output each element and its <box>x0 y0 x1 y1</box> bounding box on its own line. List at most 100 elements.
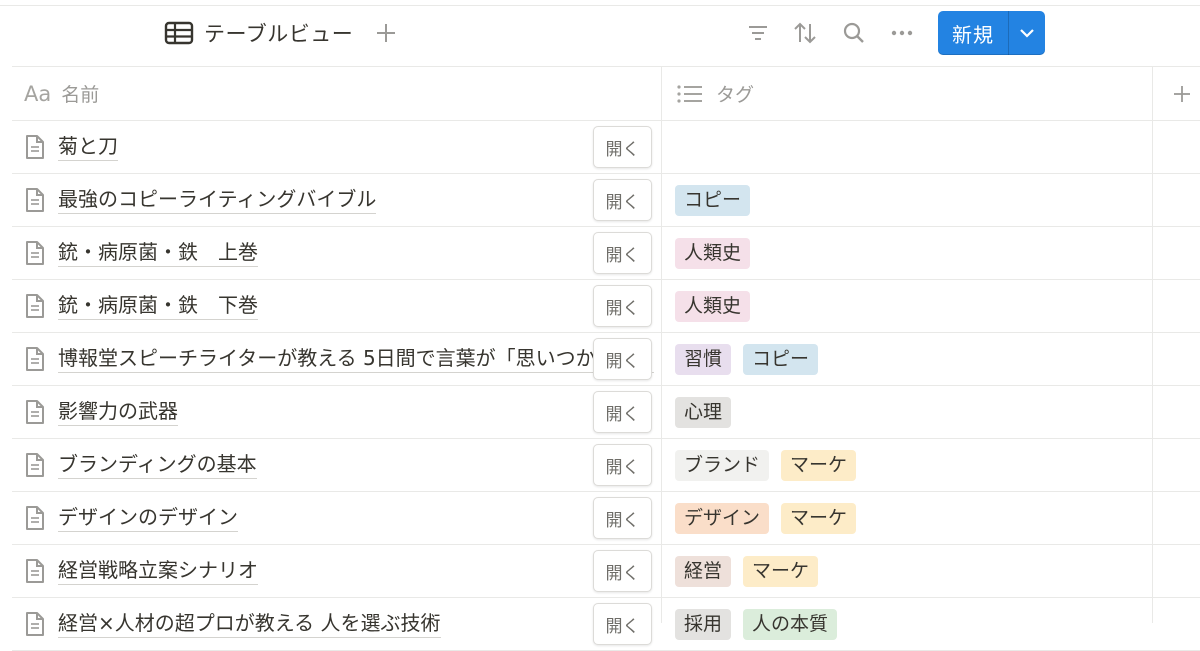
tag-badge: 人類史 <box>675 290 751 322</box>
page-icon <box>24 399 46 425</box>
table-body: 菊と刀 開く 最強のコピーライティングバイブル 開く コピー 銃・病原菌・鉄 上巻 開く 人類… <box>12 121 1200 651</box>
open-button[interactable]: 開く <box>593 338 652 380</box>
row-title[interactable]: 銃・病原菌・鉄 上巻 <box>58 239 258 267</box>
more-button[interactable] <box>886 17 918 49</box>
table-row[interactable]: 銃・病原菌・鉄 上巻 開く 人類史 <box>12 227 1200 280</box>
tag-badge: 習慣 <box>675 343 732 375</box>
tag-cell[interactable]: 心理 <box>675 386 732 438</box>
search-button[interactable] <box>838 17 870 49</box>
page-icon <box>24 187 46 213</box>
text-type-icon: Aa <box>24 81 52 106</box>
tag-cell[interactable]: コピー <box>675 174 751 226</box>
row-title[interactable]: 経営戦略立案シナリオ <box>58 557 258 585</box>
row-title[interactable]: 最強のコピーライティングバイブル <box>58 186 377 214</box>
table-icon <box>164 21 194 45</box>
tag-badge: ブランド <box>675 449 770 481</box>
name-cell[interactable]: 博報堂スピーチライターが教える 5日間で言葉が「思いつかない」 <box>24 333 654 385</box>
new-button[interactable]: 新規 <box>938 11 1045 55</box>
table-row[interactable]: 経営×人材の超プロが教える 人を選ぶ技術 開く 採用 人の本質 <box>12 598 1200 651</box>
column-header-name-label: 名前 <box>61 84 100 106</box>
name-cell[interactable]: 影響力の武器 <box>24 386 654 438</box>
add-view-button[interactable] <box>372 17 400 49</box>
column-header-tag-label: タグ <box>716 84 755 106</box>
table-row[interactable]: デザインのデザイン 開く デザイン マーケ <box>12 492 1200 545</box>
page-icon-svg <box>26 135 44 159</box>
table-row[interactable]: 経営戦略立案シナリオ 開く 経営 マーケ <box>12 545 1200 598</box>
page-icon-svg <box>26 506 44 530</box>
page-icon-svg <box>26 453 44 477</box>
row-title[interactable]: デザインのデザイン <box>58 504 238 532</box>
tag-badge: 経営 <box>675 555 732 587</box>
column-header-tag[interactable]: タグ <box>676 67 754 120</box>
filter-button[interactable] <box>742 17 774 49</box>
row-title[interactable]: 菊と刀 <box>58 133 118 161</box>
database-table: Aa 名前 タグ 菊と刀 開く 最強のコピーライティングバイブル 開く コピー 銃・病原菌… <box>12 66 1200 651</box>
more-icon <box>891 30 913 36</box>
open-button[interactable]: 開く <box>593 444 652 486</box>
open-button[interactable]: 開く <box>593 126 652 168</box>
name-cell[interactable]: 銃・病原菌・鉄 上巻 <box>24 227 654 279</box>
tag-cell[interactable]: 習慣 コピー <box>675 333 819 385</box>
tag-badge: コピー <box>743 343 819 375</box>
open-button[interactable]: 開く <box>593 391 652 433</box>
view-tab-table[interactable]: テーブルビュー <box>164 14 353 52</box>
table-header: Aa 名前 タグ <box>12 66 1200 121</box>
tag-cell[interactable]: ブランド マーケ <box>675 439 857 491</box>
new-button-label[interactable]: 新規 <box>938 11 1008 55</box>
page-icon-svg <box>26 400 44 424</box>
open-button[interactable]: 開く <box>593 550 652 592</box>
page-icon <box>24 134 46 160</box>
page-icon-svg <box>26 188 44 212</box>
row-title[interactable]: 銃・病原菌・鉄 下巻 <box>58 292 258 320</box>
tag-badge: マーケ <box>743 555 819 587</box>
tag-cell[interactable]: 経営 マーケ <box>675 545 819 597</box>
page-icon <box>24 452 46 478</box>
page-icon-svg <box>26 294 44 318</box>
row-title[interactable]: 影響力の武器 <box>58 398 178 426</box>
name-cell[interactable]: デザインのデザイン <box>24 492 654 544</box>
sort-button[interactable] <box>789 17 821 49</box>
view-tab-label: テーブルビュー <box>204 22 354 46</box>
name-cell[interactable]: 菊と刀 <box>24 121 654 173</box>
tag-cell[interactable]: 人類史 <box>675 227 751 279</box>
table-row[interactable]: ブランディングの基本 開く ブランド マーケ <box>12 439 1200 492</box>
tag-badge: 採用 <box>675 608 732 640</box>
table-row[interactable]: 影響力の武器 開く 心理 <box>12 386 1200 439</box>
tag-cell[interactable]: 人類史 <box>675 280 751 332</box>
name-cell[interactable]: 最強のコピーライティングバイブル <box>24 174 654 226</box>
filter-icon <box>749 26 767 40</box>
tag-cell[interactable]: デザイン マーケ <box>675 492 857 544</box>
page-icon <box>24 240 46 266</box>
page-icon-svg <box>26 559 44 583</box>
name-cell[interactable]: 銃・病原菌・鉄 下巻 <box>24 280 654 332</box>
page-icon <box>24 293 46 319</box>
tag-badge: 人類史 <box>675 237 751 269</box>
open-button[interactable]: 開く <box>593 285 652 327</box>
name-cell[interactable]: ブランディングの基本 <box>24 439 654 491</box>
open-button[interactable]: 開く <box>593 603 652 645</box>
table-row[interactable]: 菊と刀 開く <box>12 121 1200 174</box>
row-title[interactable]: 博報堂スピーチライターが教える 5日間で言葉が「思いつかない」 <box>58 345 654 373</box>
table-row[interactable]: 博報堂スピーチライターが教える 5日間で言葉が「思いつかない」 開く 習慣 コピー <box>12 333 1200 386</box>
plus-icon <box>377 24 395 42</box>
open-button[interactable]: 開く <box>593 179 652 221</box>
page-icon <box>24 505 46 531</box>
row-title[interactable]: ブランディングの基本 <box>58 451 257 479</box>
tag-badge: マーケ <box>781 502 857 534</box>
tag-cell[interactable]: 採用 人の本質 <box>675 598 838 650</box>
open-button[interactable]: 開く <box>593 497 652 539</box>
tag-badge: デザイン <box>675 502 770 534</box>
open-button[interactable]: 開く <box>593 232 652 274</box>
column-header-name[interactable]: Aa 名前 <box>24 67 99 120</box>
row-title[interactable]: 経営×人材の超プロが教える 人を選ぶ技術 <box>58 610 441 638</box>
page-icon <box>24 346 46 372</box>
new-dropdown-button[interactable] <box>1009 11 1045 55</box>
name-cell[interactable]: 経営戦略立案シナリオ <box>24 545 654 597</box>
page-icon <box>24 611 46 637</box>
table-row[interactable]: 銃・病原菌・鉄 下巻 開く 人類史 <box>12 280 1200 333</box>
name-cell[interactable]: 経営×人材の超プロが教える 人を選ぶ技術 <box>24 598 654 650</box>
table-row[interactable]: 最強のコピーライティングバイブル 開く コピー <box>12 174 1200 227</box>
add-property-button[interactable] <box>1164 67 1200 120</box>
page-icon-svg <box>26 347 44 371</box>
chevron-down-icon <box>1020 29 1034 38</box>
